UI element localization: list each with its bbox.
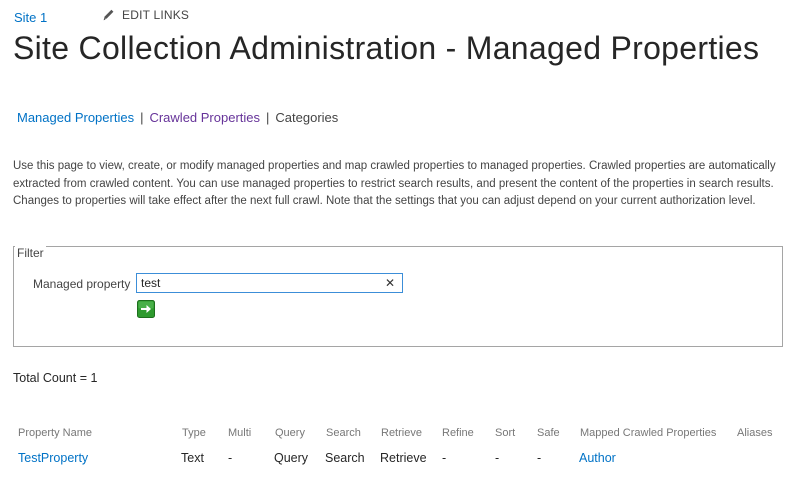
multi-cell: - — [228, 451, 233, 465]
page-title: Site Collection Administration - Managed… — [13, 30, 760, 66]
column-header-query[interactable]: Query — [275, 427, 305, 439]
refine-cell: - — [442, 451, 447, 465]
site-link[interactable]: Site 1 — [14, 10, 47, 25]
edit-links-button[interactable]: EDIT LINKS — [102, 8, 189, 22]
managed-property-input[interactable] — [141, 275, 379, 291]
close-icon[interactable]: ✕ — [383, 275, 397, 291]
retrieve-cell: Retrieve — [380, 451, 427, 465]
property-type-nav: Managed Properties | Crawled Properties … — [17, 110, 338, 125]
column-header-mapped-crawled-properties[interactable]: Mapped Crawled Properties — [580, 427, 716, 439]
column-header-retrieve[interactable]: Retrieve — [381, 427, 422, 439]
nav-separator: | — [140, 110, 144, 125]
filter-group — [13, 246, 783, 347]
column-header-refine[interactable]: Refine — [442, 427, 474, 439]
safe-cell: - — [537, 451, 542, 465]
nav-managed-properties[interactable]: Managed Properties — [17, 110, 134, 125]
search-cell: Search — [325, 451, 365, 465]
column-header-safe[interactable]: Safe — [537, 427, 560, 439]
managed-property-search-box: ✕ — [136, 273, 403, 293]
page-description: Use this page to view, create, or modify… — [13, 160, 776, 207]
column-header-aliases[interactable]: Aliases — [737, 427, 772, 439]
filter-legend: Filter — [15, 246, 46, 260]
total-count: Total Count = 1 — [13, 371, 98, 385]
column-header-search[interactable]: Search — [326, 427, 361, 439]
top-bar: Site 1 EDIT LINKS — [14, 8, 189, 26]
property-name-link[interactable]: TestProperty — [18, 451, 88, 465]
column-header-multi[interactable]: Multi — [228, 427, 251, 439]
edit-links-label: EDIT LINKS — [122, 8, 190, 22]
column-header-property-name[interactable]: Property Name — [18, 427, 92, 439]
query-cell: Query — [274, 451, 309, 465]
nav-crawled-properties[interactable]: Crawled Properties — [149, 110, 260, 125]
mapped-crawled-property-link[interactable]: Author — [579, 451, 616, 465]
pencil-icon — [103, 9, 114, 21]
column-header-type[interactable]: Type — [182, 427, 206, 439]
column-header-sort[interactable]: Sort — [495, 427, 515, 439]
type-cell: Text — [181, 451, 204, 465]
managed-property-label: Managed property — [33, 277, 131, 291]
sort-cell: - — [495, 451, 500, 465]
nav-separator: | — [266, 110, 270, 125]
nav-categories[interactable]: Categories — [275, 110, 338, 125]
arrow-right-icon[interactable] — [137, 300, 155, 318]
